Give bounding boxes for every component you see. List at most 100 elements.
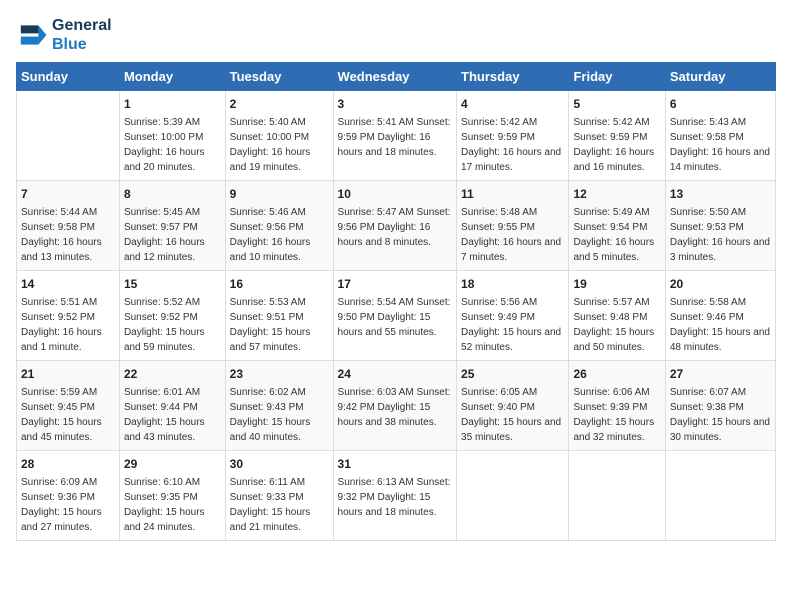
day-number: 19	[573, 275, 660, 293]
weekday-header: Friday	[569, 63, 665, 91]
calendar-cell: 12Sunrise: 5:49 AM Sunset: 9:54 PM Dayli…	[569, 181, 665, 271]
calendar-week-row: 1Sunrise: 5:39 AM Sunset: 10:00 PM Dayli…	[17, 91, 776, 181]
calendar-cell: 7 Sunrise: 5:44 AM Sunset: 9:58 PM Daylig…	[17, 181, 120, 271]
calendar-cell: 15Sunrise: 5:52 AM Sunset: 9:52 PM Dayli…	[119, 271, 225, 361]
cell-content: Sunrise: 6:03 AM Sunset: 9:42 PM Dayligh…	[338, 385, 453, 430]
day-number: 23	[230, 365, 329, 383]
day-number: 4	[461, 95, 564, 113]
calendar-cell: 25 Sunrise: 6:05 AM Sunset: 9:40 PM Dayli…	[457, 361, 569, 451]
cell-content: Sunrise: 6:02 AM Sunset: 9:43 PM Dayligh…	[230, 385, 329, 445]
day-number: 7	[21, 185, 115, 203]
day-number: 29	[124, 455, 221, 473]
calendar-cell	[665, 451, 775, 541]
day-number: 20	[670, 275, 771, 293]
day-number: 6	[670, 95, 771, 113]
cell-content: Sunrise: 6:06 AM Sunset: 9:39 PM Dayligh…	[573, 385, 660, 445]
cell-content: Sunrise: 5:48 AM Sunset: 9:55 PM Dayligh…	[461, 205, 564, 265]
day-number: 22	[124, 365, 221, 383]
calendar-cell: 16 Sunrise: 5:53 AM Sunset: 9:51 PM Dayli…	[225, 271, 333, 361]
cell-content: Sunrise: 6:01 AM Sunset: 9:44 PM Dayligh…	[124, 385, 221, 445]
calendar-cell	[569, 451, 665, 541]
day-number: 30	[230, 455, 329, 473]
weekday-header: Monday	[119, 63, 225, 91]
weekday-header: Saturday	[665, 63, 775, 91]
cell-content: Sunrise: 5:41 AM Sunset: 9:59 PM Dayligh…	[338, 115, 453, 160]
day-number: 14	[21, 275, 115, 293]
cell-content: Sunrise: 5:45 AM Sunset: 9:57 PM Dayligh…	[124, 205, 221, 265]
calendar-table: SundayMondayTuesdayWednesdayThursdayFrid…	[16, 62, 776, 541]
calendar-cell: 29 Sunrise: 6:10 AM Sunset: 9:35 PM Dayli…	[119, 451, 225, 541]
logo-icon	[16, 19, 48, 51]
calendar-week-row: 21 Sunrise: 5:59 AM Sunset: 9:45 PM Dayli…	[17, 361, 776, 451]
calendar-week-row: 14 Sunrise: 5:51 AM Sunset: 9:52 PM Dayli…	[17, 271, 776, 361]
day-number: 18	[461, 275, 564, 293]
calendar-cell: 8 Sunrise: 5:45 AM Sunset: 9:57 PM Daylig…	[119, 181, 225, 271]
cell-content: Sunrise: 5:44 AM Sunset: 9:58 PM Dayligh…	[21, 205, 115, 265]
day-number: 15	[124, 275, 221, 293]
calendar-week-row: 28 Sunrise: 6:09 AM Sunset: 9:36 PM Dayli…	[17, 451, 776, 541]
day-number: 13	[670, 185, 771, 203]
day-number: 1	[124, 95, 221, 113]
day-number: 31	[338, 455, 453, 473]
calendar-week-row: 7 Sunrise: 5:44 AM Sunset: 9:58 PM Daylig…	[17, 181, 776, 271]
calendar-cell: 11 Sunrise: 5:48 AM Sunset: 9:55 PM Dayli…	[457, 181, 569, 271]
cell-content: Sunrise: 5:59 AM Sunset: 9:45 PM Dayligh…	[21, 385, 115, 445]
cell-content: Sunrise: 5:51 AM Sunset: 9:52 PM Dayligh…	[21, 295, 115, 355]
cell-content: Sunrise: 5:57 AM Sunset: 9:48 PM Dayligh…	[573, 295, 660, 355]
day-number: 26	[573, 365, 660, 383]
calendar-cell: 18Sunrise: 5:56 AM Sunset: 9:49 PM Dayli…	[457, 271, 569, 361]
cell-content: Sunrise: 5:42 AM Sunset: 9:59 PM Dayligh…	[573, 115, 660, 175]
calendar-cell: 1Sunrise: 5:39 AM Sunset: 10:00 PM Dayli…	[119, 91, 225, 181]
day-number: 2	[230, 95, 329, 113]
weekday-header: Tuesday	[225, 63, 333, 91]
cell-content: Sunrise: 5:43 AM Sunset: 9:58 PM Dayligh…	[670, 115, 771, 175]
calendar-cell: 20 Sunrise: 5:58 AM Sunset: 9:46 PM Dayli…	[665, 271, 775, 361]
cell-content: Sunrise: 5:54 AM Sunset: 9:50 PM Dayligh…	[338, 295, 453, 340]
day-number: 3	[338, 95, 453, 113]
calendar-cell: 14 Sunrise: 5:51 AM Sunset: 9:52 PM Dayli…	[17, 271, 120, 361]
cell-content: Sunrise: 6:10 AM Sunset: 9:35 PM Dayligh…	[124, 475, 221, 535]
calendar-cell: 5 Sunrise: 5:42 AM Sunset: 9:59 PM Daylig…	[569, 91, 665, 181]
calendar-cell: 21 Sunrise: 5:59 AM Sunset: 9:45 PM Dayli…	[17, 361, 120, 451]
cell-content: Sunrise: 6:07 AM Sunset: 9:38 PM Dayligh…	[670, 385, 771, 445]
day-number: 11	[461, 185, 564, 203]
calendar-cell: 22 Sunrise: 6:01 AM Sunset: 9:44 PM Dayli…	[119, 361, 225, 451]
calendar-cell: 23 Sunrise: 6:02 AM Sunset: 9:43 PM Dayli…	[225, 361, 333, 451]
cell-content: Sunrise: 5:49 AM Sunset: 9:54 PM Dayligh…	[573, 205, 660, 265]
calendar-cell: 17Sunrise: 5:54 AM Sunset: 9:50 PM Dayli…	[333, 271, 457, 361]
calendar-cell	[457, 451, 569, 541]
day-number: 5	[573, 95, 660, 113]
calendar-cell: 10Sunrise: 5:47 AM Sunset: 9:56 PM Dayli…	[333, 181, 457, 271]
calendar-cell: 19 Sunrise: 5:57 AM Sunset: 9:48 PM Dayli…	[569, 271, 665, 361]
day-number: 24	[338, 365, 453, 383]
day-number: 9	[230, 185, 329, 203]
cell-content: Sunrise: 5:53 AM Sunset: 9:51 PM Dayligh…	[230, 295, 329, 355]
calendar-cell: 31 Sunrise: 6:13 AM Sunset: 9:32 PM Dayli…	[333, 451, 457, 541]
day-number: 16	[230, 275, 329, 293]
cell-content: Sunrise: 5:42 AM Sunset: 9:59 PM Dayligh…	[461, 115, 564, 175]
cell-content: Sunrise: 5:50 AM Sunset: 9:53 PM Dayligh…	[670, 205, 771, 265]
cell-content: Sunrise: 6:05 AM Sunset: 9:40 PM Dayligh…	[461, 385, 564, 445]
cell-content: Sunrise: 5:58 AM Sunset: 9:46 PM Dayligh…	[670, 295, 771, 355]
day-number: 27	[670, 365, 771, 383]
cell-content: Sunrise: 6:13 AM Sunset: 9:32 PM Dayligh…	[338, 475, 453, 520]
cell-content: Sunrise: 5:47 AM Sunset: 9:56 PM Dayligh…	[338, 205, 453, 250]
logo-text: General Blue	[52, 16, 112, 54]
day-number: 21	[21, 365, 115, 383]
calendar-cell: 4 Sunrise: 5:42 AM Sunset: 9:59 PM Daylig…	[457, 91, 569, 181]
calendar-cell: 27 Sunrise: 6:07 AM Sunset: 9:38 PM Dayli…	[665, 361, 775, 451]
weekday-header-row: SundayMondayTuesdayWednesdayThursdayFrid…	[17, 63, 776, 91]
cell-content: Sunrise: 5:40 AM Sunset: 10:00 PM Daylig…	[230, 115, 329, 175]
day-number: 25	[461, 365, 564, 383]
calendar-cell	[17, 91, 120, 181]
calendar-cell: 2 Sunrise: 5:40 AM Sunset: 10:00 PM Dayli…	[225, 91, 333, 181]
cell-content: Sunrise: 6:09 AM Sunset: 9:36 PM Dayligh…	[21, 475, 115, 535]
weekday-header: Wednesday	[333, 63, 457, 91]
calendar-cell: 13 Sunrise: 5:50 AM Sunset: 9:53 PM Dayli…	[665, 181, 775, 271]
day-number: 8	[124, 185, 221, 203]
calendar-cell: 26 Sunrise: 6:06 AM Sunset: 9:39 PM Dayli…	[569, 361, 665, 451]
cell-content: Sunrise: 6:11 AM Sunset: 9:33 PM Dayligh…	[230, 475, 329, 535]
calendar-cell: 9Sunrise: 5:46 AM Sunset: 9:56 PM Daylig…	[225, 181, 333, 271]
calendar-cell: 30 Sunrise: 6:11 AM Sunset: 9:33 PM Dayli…	[225, 451, 333, 541]
day-number: 28	[21, 455, 115, 473]
